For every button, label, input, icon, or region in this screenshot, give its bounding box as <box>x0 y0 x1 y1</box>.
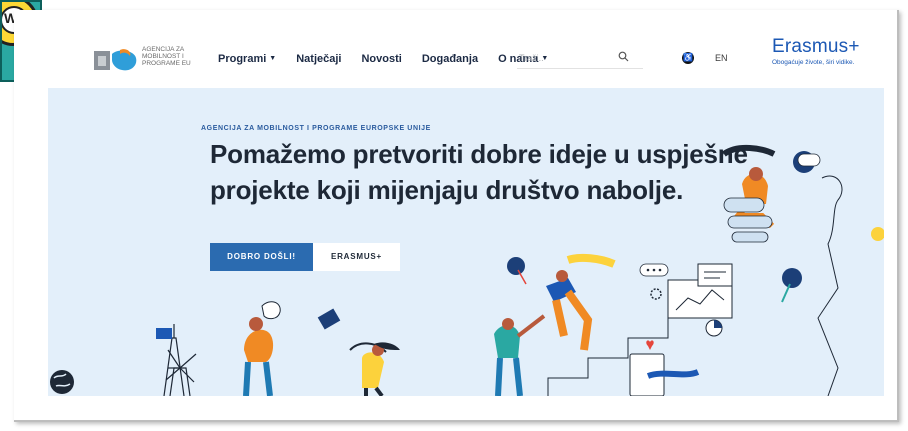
bubble-person-icon <box>793 151 821 173</box>
hero-overline: AGENCIJA ZA MOBILNOST I PROGRAME EUROPSK… <box>201 125 431 132</box>
accessibility-icon[interactable]: ♿ <box>682 52 694 64</box>
climbing-people-icon <box>494 253 616 396</box>
language-switch[interactable]: EN <box>715 53 728 63</box>
search-box <box>517 47 643 69</box>
ribbon-icon <box>781 268 802 303</box>
erasmus-button[interactable]: ERASMUS+ <box>313 243 400 271</box>
agency-logo-icon[interactable] <box>94 48 138 74</box>
logo-text-line: MOBILNOST I <box>142 53 184 60</box>
hero-headline: Pomažemo pretvoriti dobre ideje u uspješ… <box>210 136 770 208</box>
eu-flag-icon <box>156 328 172 339</box>
nav-label: Događanja <box>421 53 479 65</box>
logo-text-line: PROGRAME EU <box>142 60 191 67</box>
nav-item-novosti[interactable]: Novosti <box>361 53 401 65</box>
headline-line: Pomažemo pretvoriti dobre ideje u uspješ… <box>210 139 748 169</box>
search-input[interactable] <box>517 52 617 63</box>
lightbulb-icon <box>871 227 884 241</box>
headline-line: projekte koji mijenjaju društvo nabolje. <box>210 175 684 205</box>
stairs-outline <box>547 317 708 396</box>
erasmus-brand: Erasmus+ <box>772 36 860 57</box>
nav-item-dogadanja[interactable]: Događanja <box>422 53 478 65</box>
logo-text-line: AGENCIJA ZA <box>142 46 185 53</box>
hero-section: AGENCIJA ZA MOBILNOST I PROGRAME EUROPSK… <box>48 88 884 396</box>
browser-window-icon <box>667 263 733 319</box>
gear-icon <box>650 288 662 300</box>
line-person-outline <box>817 175 843 396</box>
chat-bubble-icon <box>639 263 669 277</box>
welcome-button[interactable]: DOBRO DOŠLI! <box>210 243 313 271</box>
site-header: AGENCIJA ZA MOBILNOST I PROGRAME EU Prog… <box>20 14 892 86</box>
main-nav: Programi ▼ Natječaji Novosti Događanja O … <box>218 53 568 65</box>
nav-item-natjecaji[interactable]: Natječaji <box>296 53 341 65</box>
erasmus-tagline: Obogaćuje živote, širi vidike. <box>772 59 855 66</box>
caret-down-icon: ▼ <box>269 55 277 62</box>
nav-label: Programi <box>218 53 267 65</box>
person-reading-icon <box>349 342 400 396</box>
pie-chart-icon <box>705 319 723 337</box>
search-icon[interactable] <box>618 51 629 62</box>
globe-icon <box>50 370 74 394</box>
phone-icon <box>629 340 700 396</box>
agency-logo-text: AGENCIJA ZA MOBILNOST I PROGRAME EU <box>142 46 202 67</box>
nav-label: Novosti <box>361 53 402 65</box>
erasmus-logo[interactable]: Erasmus+ Obogaćuje živote, širi vidike. <box>772 36 860 66</box>
book-icon <box>317 308 341 330</box>
nav-label: Natječaji <box>296 53 342 65</box>
nav-item-programi[interactable]: Programi ▼ <box>218 53 276 65</box>
hero-illustration <box>50 145 884 396</box>
person-thinking-icon <box>243 301 281 396</box>
